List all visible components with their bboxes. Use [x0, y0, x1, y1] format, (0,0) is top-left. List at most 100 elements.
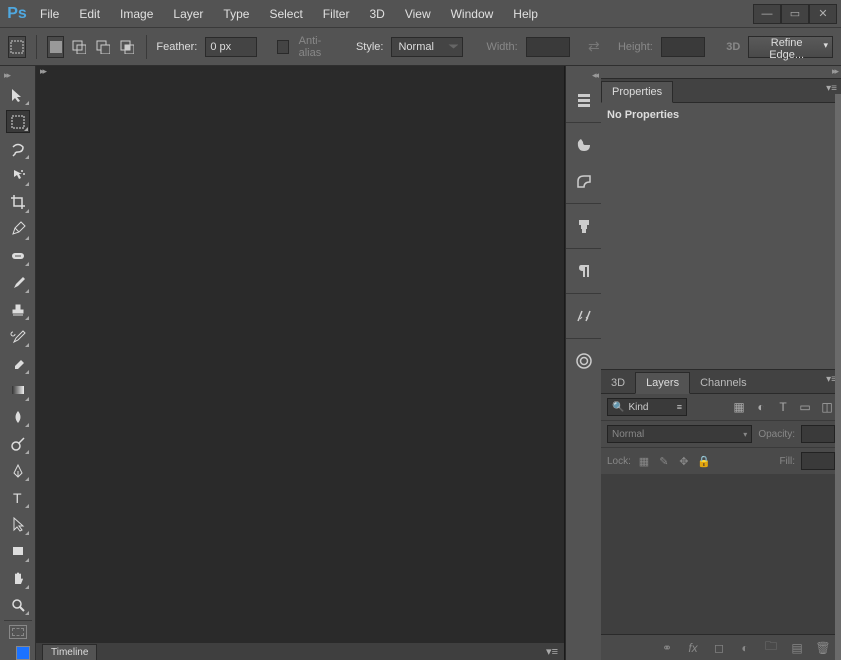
channels-tab[interactable]: Channels	[690, 373, 756, 393]
fill-field	[801, 452, 835, 470]
brush-tool[interactable]	[6, 271, 30, 294]
3d-label: 3D	[726, 41, 740, 53]
menu-window[interactable]: Window	[441, 3, 504, 25]
swatches-icon[interactable]	[570, 167, 598, 195]
move-tool[interactable]	[6, 83, 30, 106]
adjustments-icon[interactable]	[570, 302, 598, 330]
layers-tabs: 3D Layers Channels ▾≡	[601, 370, 841, 394]
eraser-tool[interactable]	[6, 352, 30, 375]
layers-tab[interactable]: Layers	[635, 372, 690, 394]
refine-edge-button[interactable]: Refine Edge...	[748, 36, 833, 58]
opacity-label: Opacity:	[758, 429, 795, 440]
swap-wh-icon: ⇄	[588, 38, 600, 55]
selection-new-icon[interactable]	[47, 36, 65, 58]
marquee-tool[interactable]	[6, 110, 30, 133]
properties-menu-icon[interactable]: ▾≡	[826, 83, 837, 94]
paragraph-icon[interactable]	[570, 257, 598, 285]
blur-tool[interactable]	[6, 406, 30, 429]
layers-list[interactable]	[601, 474, 841, 634]
type-tool[interactable]: T	[6, 486, 30, 509]
lock-transparency-icon: ▦	[637, 454, 651, 468]
quick-select-tool[interactable]	[6, 164, 30, 187]
eyedropper-tool[interactable]	[6, 218, 30, 241]
timeline-panel: Timeline ▾≡	[36, 642, 564, 660]
fill-label: Fill:	[779, 456, 795, 467]
selection-add-icon[interactable]	[70, 36, 88, 58]
lock-pixels-icon: ✎	[657, 454, 671, 468]
menu-type[interactable]: Type	[213, 3, 259, 25]
path-select-tool[interactable]	[6, 513, 30, 536]
menu-help[interactable]: Help	[503, 3, 548, 25]
selection-subtract-icon[interactable]	[94, 36, 112, 58]
crop-tool[interactable]	[6, 191, 30, 214]
layer-fx-icon[interactable]: fx	[685, 640, 701, 656]
ps-logo: Ps	[4, 3, 30, 25]
separator	[566, 203, 601, 204]
hand-tool[interactable]	[6, 567, 30, 590]
new-layer-icon[interactable]: ▤	[789, 640, 805, 656]
layer-mask-icon[interactable]: ◻	[711, 640, 727, 656]
stamp-tool[interactable]	[6, 298, 30, 321]
dock-collapse-icon[interactable]: ◂◂	[566, 70, 601, 82]
maximize-button[interactable]: ▭	[781, 4, 809, 24]
workspace: ▸▸ T ▸▸ Timeline ▾≡ ◂◂	[0, 66, 841, 660]
menu-view[interactable]: View	[395, 3, 441, 25]
minimize-button[interactable]: —	[753, 4, 781, 24]
separator	[566, 122, 601, 123]
filter-type-icon[interactable]: T	[775, 399, 791, 415]
filter-smart-icon[interactable]: ◫	[819, 399, 835, 415]
menu-filter[interactable]: Filter	[313, 3, 360, 25]
pen-tool[interactable]	[6, 459, 30, 482]
quick-mask-toggle[interactable]	[9, 625, 27, 638]
history-icon[interactable]	[570, 86, 598, 114]
svg-text:T: T	[13, 490, 22, 506]
layer-group-icon[interactable]: 🗀	[763, 640, 779, 656]
panels-collapse-icon[interactable]: ▸▸	[601, 66, 841, 78]
doc-tab-expand-icon[interactable]: ▸▸	[40, 66, 45, 77]
window-controls: — ▭ ✕	[753, 4, 837, 24]
menu-file[interactable]: File	[30, 3, 69, 25]
color-icon[interactable]	[570, 131, 598, 159]
menu-select[interactable]: Select	[259, 3, 312, 25]
selection-intersect-icon[interactable]	[118, 36, 136, 58]
history-brush-tool[interactable]	[6, 325, 30, 348]
canvas-area[interactable]: ▸▸ Timeline ▾≡	[36, 66, 565, 660]
brush-settings-icon[interactable]	[570, 212, 598, 240]
timeline-tab[interactable]: Timeline	[42, 644, 97, 660]
3d-tab[interactable]: 3D	[601, 373, 635, 393]
menu-3d[interactable]: 3D	[359, 3, 394, 25]
filter-shape-icon[interactable]: ▭	[797, 399, 813, 415]
scrollbar[interactable]	[835, 94, 841, 660]
properties-panel: Properties ▾≡ No Properties	[601, 78, 841, 369]
no-properties-text: No Properties	[607, 109, 835, 121]
zoom-tool[interactable]	[6, 594, 30, 617]
rectangle-tool[interactable]	[6, 540, 30, 563]
marquee-preset-icon[interactable]	[8, 36, 26, 58]
lasso-tool[interactable]	[6, 137, 30, 160]
adjustment-layer-icon[interactable]: ◐	[737, 640, 753, 656]
background-color[interactable]	[16, 646, 30, 660]
color-swatch[interactable]	[6, 645, 30, 660]
menu-image[interactable]: Image	[110, 3, 163, 25]
lock-position-icon: ✥	[677, 454, 691, 468]
close-button[interactable]: ✕	[809, 4, 837, 24]
height-input	[661, 37, 705, 57]
dock-strip: ◂◂	[565, 66, 601, 660]
filter-kind-select[interactable]: 🔍Kind	[607, 398, 687, 416]
gradient-tool[interactable]	[6, 379, 30, 402]
filter-adjust-icon[interactable]: ◐	[753, 399, 769, 415]
tools-expand-icon[interactable]: ▸▸	[0, 70, 35, 81]
healing-brush-tool[interactable]	[6, 245, 30, 268]
style-select[interactable]: Normal	[391, 37, 463, 57]
link-layers-icon[interactable]: ⚭	[659, 640, 675, 656]
delete-layer-icon[interactable]: 🗑	[815, 640, 831, 656]
antialias-label: Anti-alias	[299, 35, 335, 59]
feather-input[interactable]	[205, 37, 257, 57]
menu-layer[interactable]: Layer	[163, 3, 213, 25]
cc-libraries-icon[interactable]	[570, 347, 598, 375]
properties-tab[interactable]: Properties	[601, 81, 673, 103]
dodge-tool[interactable]	[6, 432, 30, 455]
menu-edit[interactable]: Edit	[69, 3, 110, 25]
timeline-menu-icon[interactable]: ▾≡	[546, 645, 558, 658]
filter-pixel-icon[interactable]: ▦	[731, 399, 747, 415]
